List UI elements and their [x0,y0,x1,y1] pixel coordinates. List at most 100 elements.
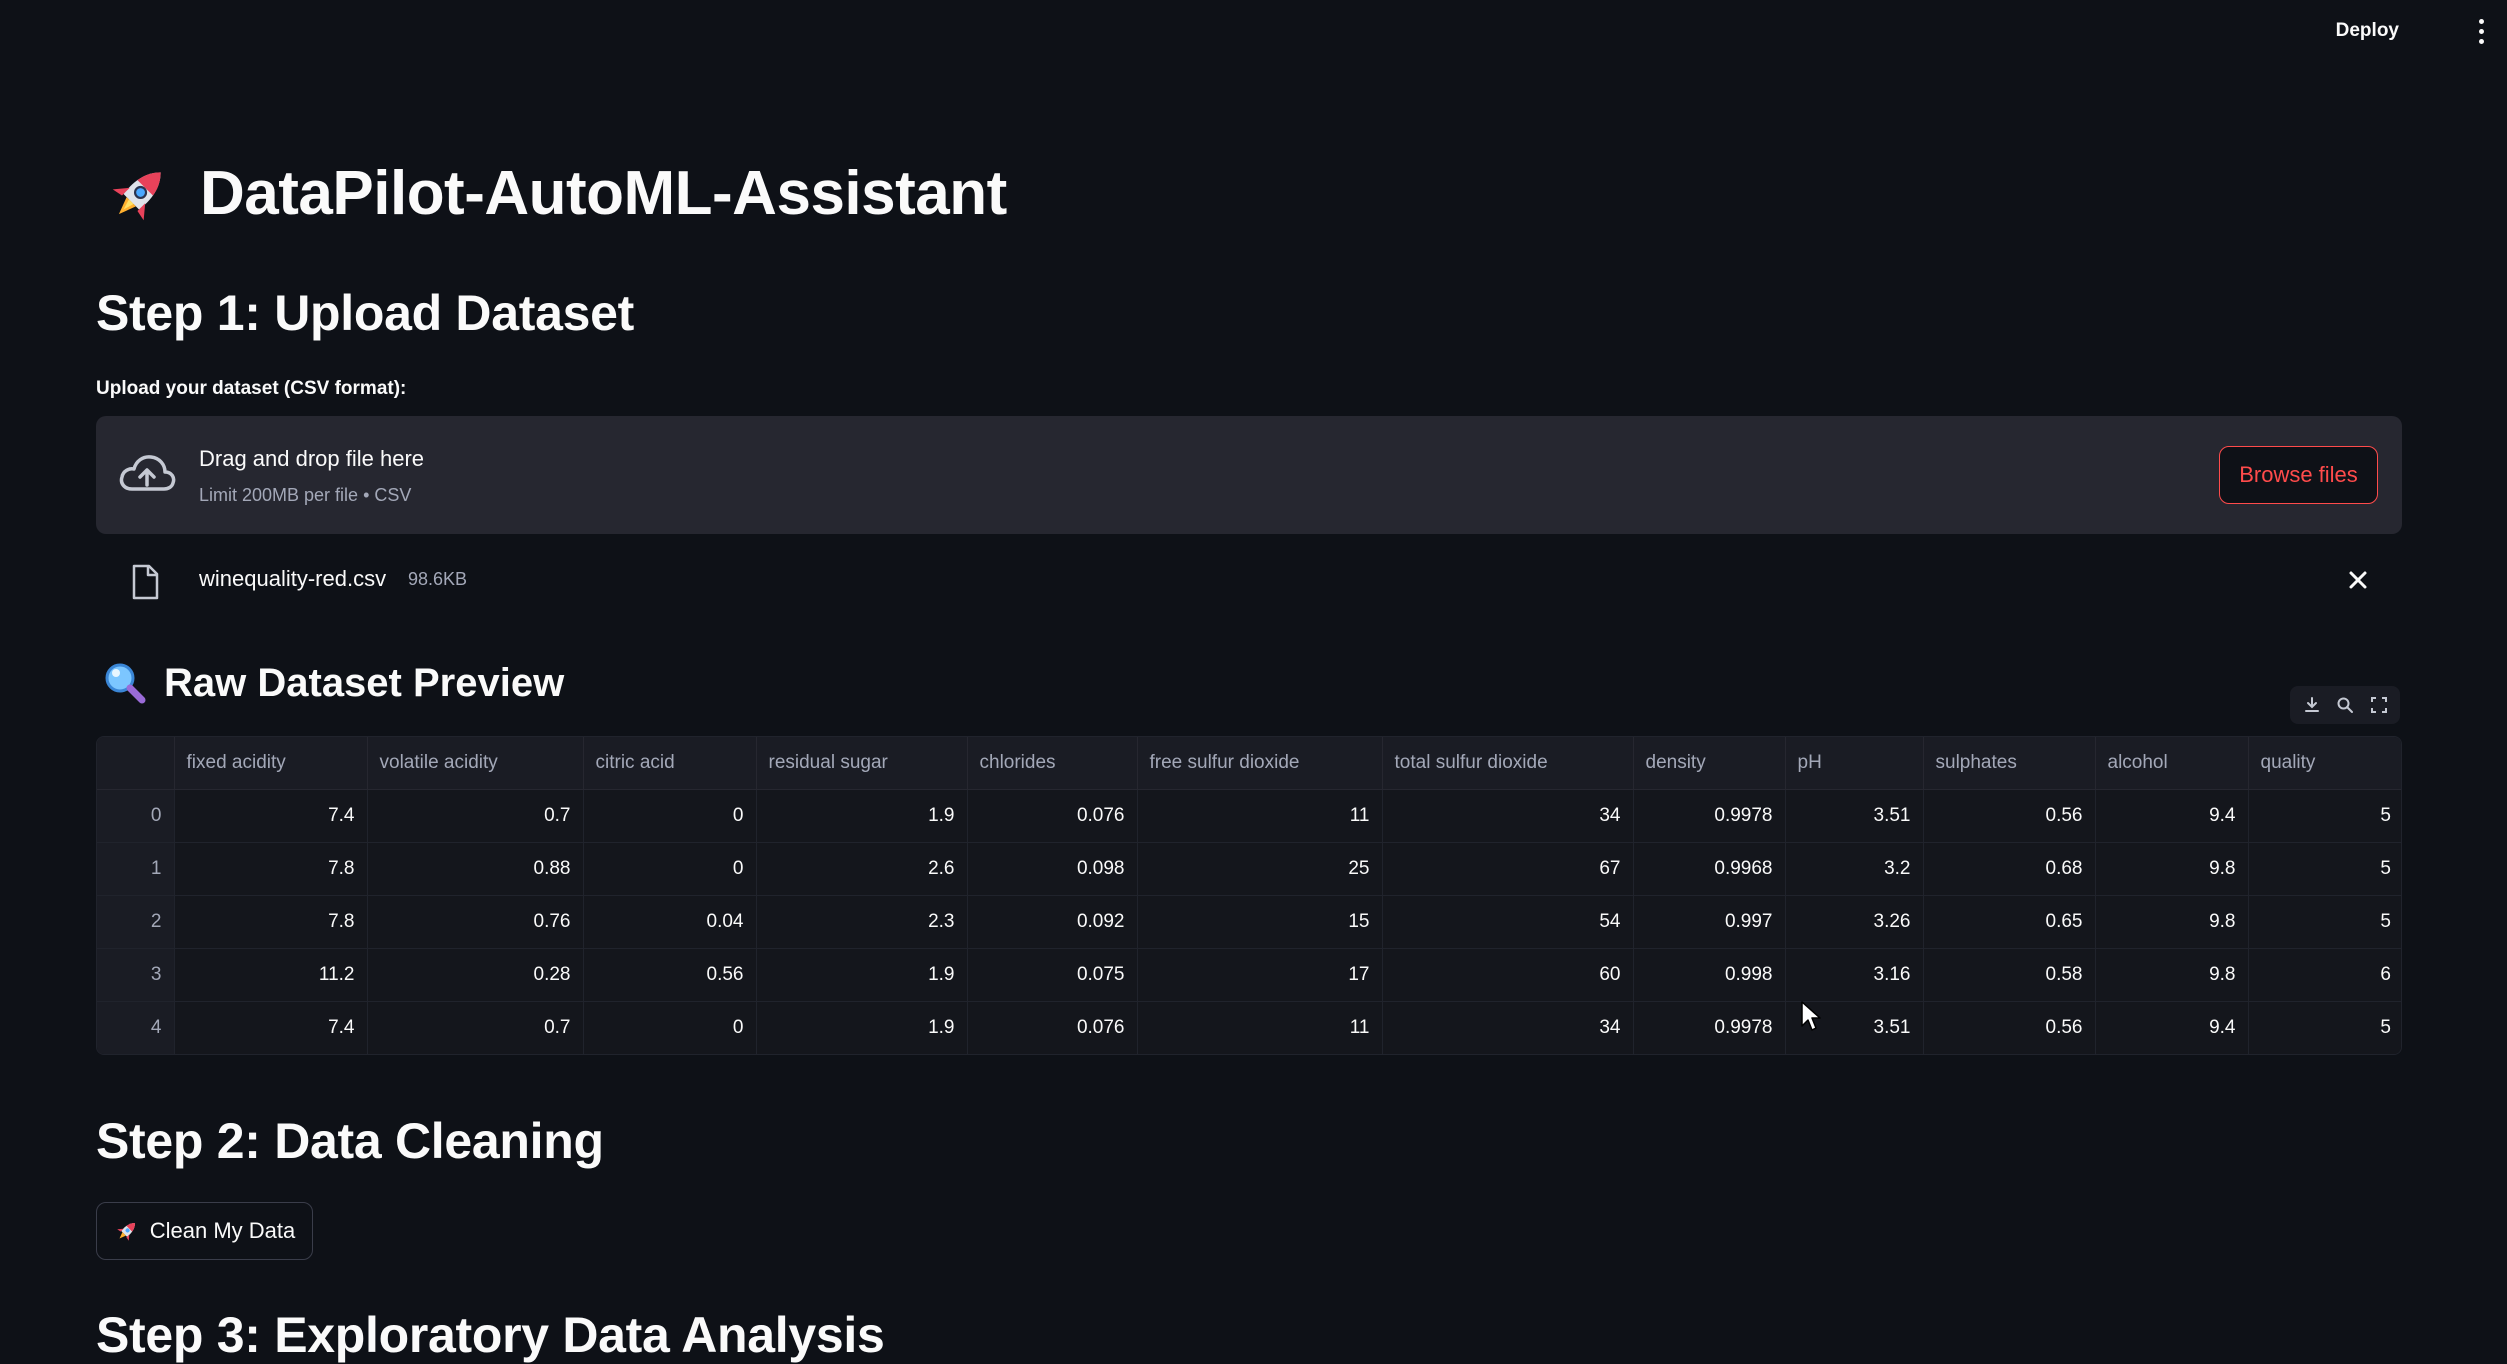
deploy-button[interactable]: Deploy [2330,14,2405,46]
table-cell[interactable]: 0 [583,842,757,896]
table-cell[interactable]: 7.4 [174,1001,368,1054]
table-cell[interactable]: 0.7 [367,1001,584,1054]
table-cell[interactable]: 9.4 [2095,789,2249,843]
table-cell[interactable]: 9.8 [2095,895,2249,949]
table-cell[interactable]: 25 [1137,842,1383,896]
table-cell[interactable]: 0.9978 [1633,789,1786,843]
table-cell[interactable]: 9.8 [2095,842,2249,896]
table-cell[interactable]: 67 [1382,842,1634,896]
column-header[interactable] [97,737,175,790]
table-cell[interactable]: 9.8 [2095,948,2249,1002]
dataset-preview-table[interactable]: fixed acidity volatile acidity citric ac… [96,736,2402,1055]
table-cell[interactable]: 3.26 [1785,895,1924,949]
table-cell[interactable]: 0.58 [1923,948,2096,1002]
table-cell[interactable]: 0.56 [1923,789,2096,843]
table-cell[interactable]: 54 [1382,895,1634,949]
column-header[interactable]: fixed acidity [174,737,368,790]
table-cell[interactable]: 5 [2248,1001,2401,1054]
table-cell[interactable]: 0.28 [367,948,584,1002]
column-header[interactable]: free sulfur dioxide [1137,737,1383,790]
row-index: 0 [97,789,175,843]
page-title-row: DataPilot-AutoML-Assistant [104,158,1007,229]
column-header[interactable]: quality [2248,737,2401,790]
table-cell[interactable]: 1.9 [756,948,968,1002]
table-cell[interactable]: 0.76 [367,895,584,949]
column-header[interactable]: pH [1785,737,1924,790]
dropzone-limit: Limit 200MB per file • CSV [199,485,412,505]
uploaded-file-row: winequality-red.csv 98.6KB [96,556,2402,606]
table-cell[interactable]: 0.098 [967,842,1138,896]
table-cell[interactable]: 11 [1137,789,1383,843]
table-cell[interactable]: 17 [1137,948,1383,1002]
table-cell[interactable]: 3.51 [1785,789,1924,843]
column-header[interactable]: chlorides [967,737,1138,790]
table-cell[interactable]: 0.997 [1633,895,1786,949]
table-cell[interactable]: 0.56 [583,948,757,1002]
table-cell[interactable]: 0.7 [367,789,584,843]
table-cell[interactable]: 0.88 [367,842,584,896]
table-cell[interactable]: 0.076 [967,789,1138,843]
table-toolbar [2290,686,2400,724]
table-cell[interactable]: 7.8 [174,842,368,896]
column-header[interactable]: citric acid [583,737,757,790]
table-cell[interactable]: 5 [2248,789,2401,843]
table-cell[interactable]: 34 [1382,1001,1634,1054]
more-vertical-icon[interactable] [2469,14,2493,48]
table-row: 3 11.2 0.28 0.56 1.9 0.075 17 60 0.998 3… [97,948,2401,1002]
close-icon[interactable] [2342,564,2374,596]
table-cell[interactable]: 0.075 [967,948,1138,1002]
table-header-row: fixed acidity volatile acidity citric ac… [97,737,2401,790]
search-icon[interactable] [2333,693,2357,717]
table-cell[interactable]: 0 [583,789,757,843]
column-header[interactable]: sulphates [1923,737,2096,790]
table-cell[interactable]: 0 [583,1001,757,1054]
table-cell[interactable]: 15 [1137,895,1383,949]
table-row: 4 7.4 0.7 0 1.9 0.076 11 34 0.9978 3.51 … [97,1001,2401,1054]
rocket-icon [112,171,161,220]
table-cell[interactable]: 0.9968 [1633,842,1786,896]
column-header[interactable]: residual sugar [756,737,968,790]
table-cell[interactable]: 6 [2248,948,2401,1002]
table-cell[interactable]: 1.9 [756,789,968,843]
table-cell[interactable]: 5 [2248,895,2401,949]
table-row: 0 7.4 0.7 0 1.9 0.076 11 34 0.9978 3.51 … [97,789,2401,843]
table-cell[interactable]: 60 [1382,948,1634,1002]
rocket-icon [116,1222,135,1241]
browse-files-button[interactable]: Browse files [2219,446,2378,504]
upload-label: Upload your dataset (CSV format): [96,378,407,399]
table-cell[interactable]: 0.092 [967,895,1138,949]
step1-heading: Step 1: Upload Dataset [96,285,634,341]
table-cell[interactable]: 0.9978 [1633,1001,1786,1054]
table-cell[interactable]: 2.3 [756,895,968,949]
table-cell[interactable]: 1.9 [756,1001,968,1054]
preview-heading: Raw Dataset Preview [164,660,565,705]
page-title: DataPilot-AutoML-Assistant [200,159,1007,228]
fullscreen-icon[interactable] [2367,693,2391,717]
table-cell[interactable]: 34 [1382,789,1634,843]
table-cell[interactable]: 0.04 [583,895,757,949]
column-header[interactable]: alcohol [2095,737,2249,790]
table-cell[interactable]: 0.68 [1923,842,2096,896]
column-header[interactable]: total sulfur dioxide [1382,737,1634,790]
table-cell[interactable]: 0.56 [1923,1001,2096,1054]
table-cell[interactable]: 0.076 [967,1001,1138,1054]
table-cell[interactable]: 11.2 [174,948,368,1002]
table-cell[interactable]: 7.8 [174,895,368,949]
file-dropzone[interactable]: Drag and drop file here Limit 200MB per … [96,416,2402,534]
table-cell[interactable]: 0.65 [1923,895,2096,949]
row-index: 2 [97,895,175,949]
table-cell[interactable]: 11 [1137,1001,1383,1054]
table-cell[interactable]: 7.4 [174,789,368,843]
table-cell[interactable]: 0.998 [1633,948,1786,1002]
table-cell[interactable]: 3.16 [1785,948,1924,1002]
table-cell[interactable]: 9.4 [2095,1001,2249,1054]
step2-heading: Step 2: Data Cleaning [96,1113,604,1169]
table-cell[interactable]: 5 [2248,842,2401,896]
clean-my-data-button[interactable]: Clean My Data [96,1202,313,1260]
table-cell[interactable]: 3.2 [1785,842,1924,896]
column-header[interactable]: density [1633,737,1786,790]
preview-heading-row: Raw Dataset Preview [102,660,564,706]
column-header[interactable]: volatile acidity [367,737,584,790]
table-cell[interactable]: 2.6 [756,842,968,896]
download-icon[interactable] [2300,693,2324,717]
